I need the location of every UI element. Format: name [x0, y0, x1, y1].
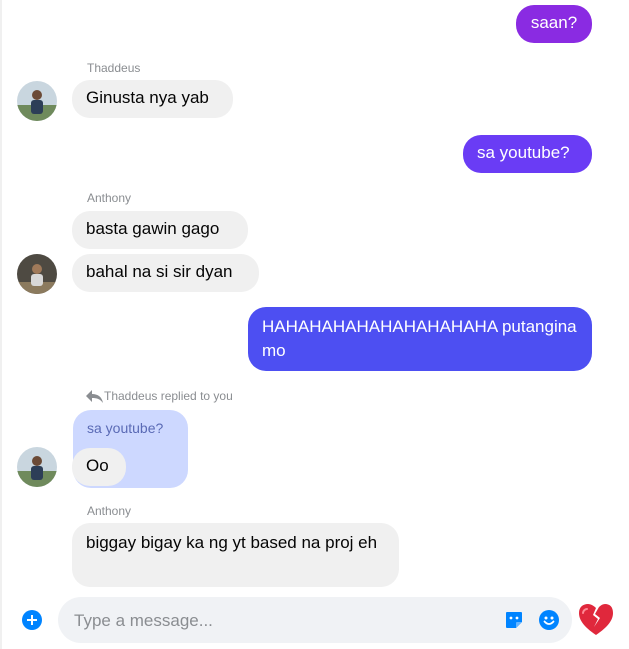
- window-edge: [0, 0, 2, 649]
- plus-circle-icon[interactable]: [22, 610, 42, 635]
- quoted-text: sa youtube?: [87, 420, 164, 436]
- message-text: Ginusta nya yab: [86, 88, 209, 107]
- incoming-message[interactable]: Ginusta nya yab: [72, 80, 233, 118]
- reply-arrow-icon: [86, 390, 103, 403]
- reply-label-text: Thaddeus replied to you: [104, 389, 233, 403]
- avatar-photo: [17, 254, 57, 294]
- outgoing-message[interactable]: HAHAHAHAHAHAHAHAHAHA putangina mo: [248, 307, 592, 371]
- message-text: Oo: [86, 456, 109, 475]
- message-text: saan?: [530, 13, 578, 32]
- avatar-photo: [17, 447, 57, 487]
- message-text: sa youtube?: [477, 143, 570, 162]
- message-text: basta gawin gago: [86, 219, 220, 238]
- incoming-message[interactable]: Oo: [72, 448, 126, 486]
- avatar-anthony[interactable]: [17, 254, 57, 294]
- sticker-icon[interactable]: [504, 610, 524, 635]
- message-composer: [58, 597, 572, 645]
- reply-label: Thaddeus replied to you: [84, 388, 233, 404]
- incoming-message[interactable]: bahal na si sir dyan: [72, 254, 259, 292]
- message-text: bahal na si sir dyan: [86, 262, 233, 281]
- sender-name: Thaddeus: [87, 61, 141, 75]
- sender-name: Anthony: [87, 504, 132, 518]
- outgoing-message[interactable]: saan?: [516, 5, 592, 43]
- avatar-thaddeus[interactable]: [17, 81, 57, 121]
- message-input[interactable]: [72, 597, 496, 645]
- emoji-icon[interactable]: [539, 610, 559, 635]
- sender-name: Anthony: [87, 191, 132, 205]
- broken-heart-icon[interactable]: [578, 603, 614, 642]
- outgoing-message[interactable]: sa youtube?: [463, 135, 592, 173]
- avatar-thaddeus[interactable]: [17, 447, 57, 487]
- avatar-photo: [17, 81, 57, 121]
- message-text: biggay bigay ka ng yt based na proj eh: [86, 533, 378, 552]
- incoming-message[interactable]: biggay bigay ka ng yt based na proj eh: [72, 523, 399, 587]
- message-text: HAHAHAHAHAHAHAHAHAHA putangina mo: [262, 317, 577, 360]
- incoming-message[interactable]: basta gawin gago: [72, 211, 248, 249]
